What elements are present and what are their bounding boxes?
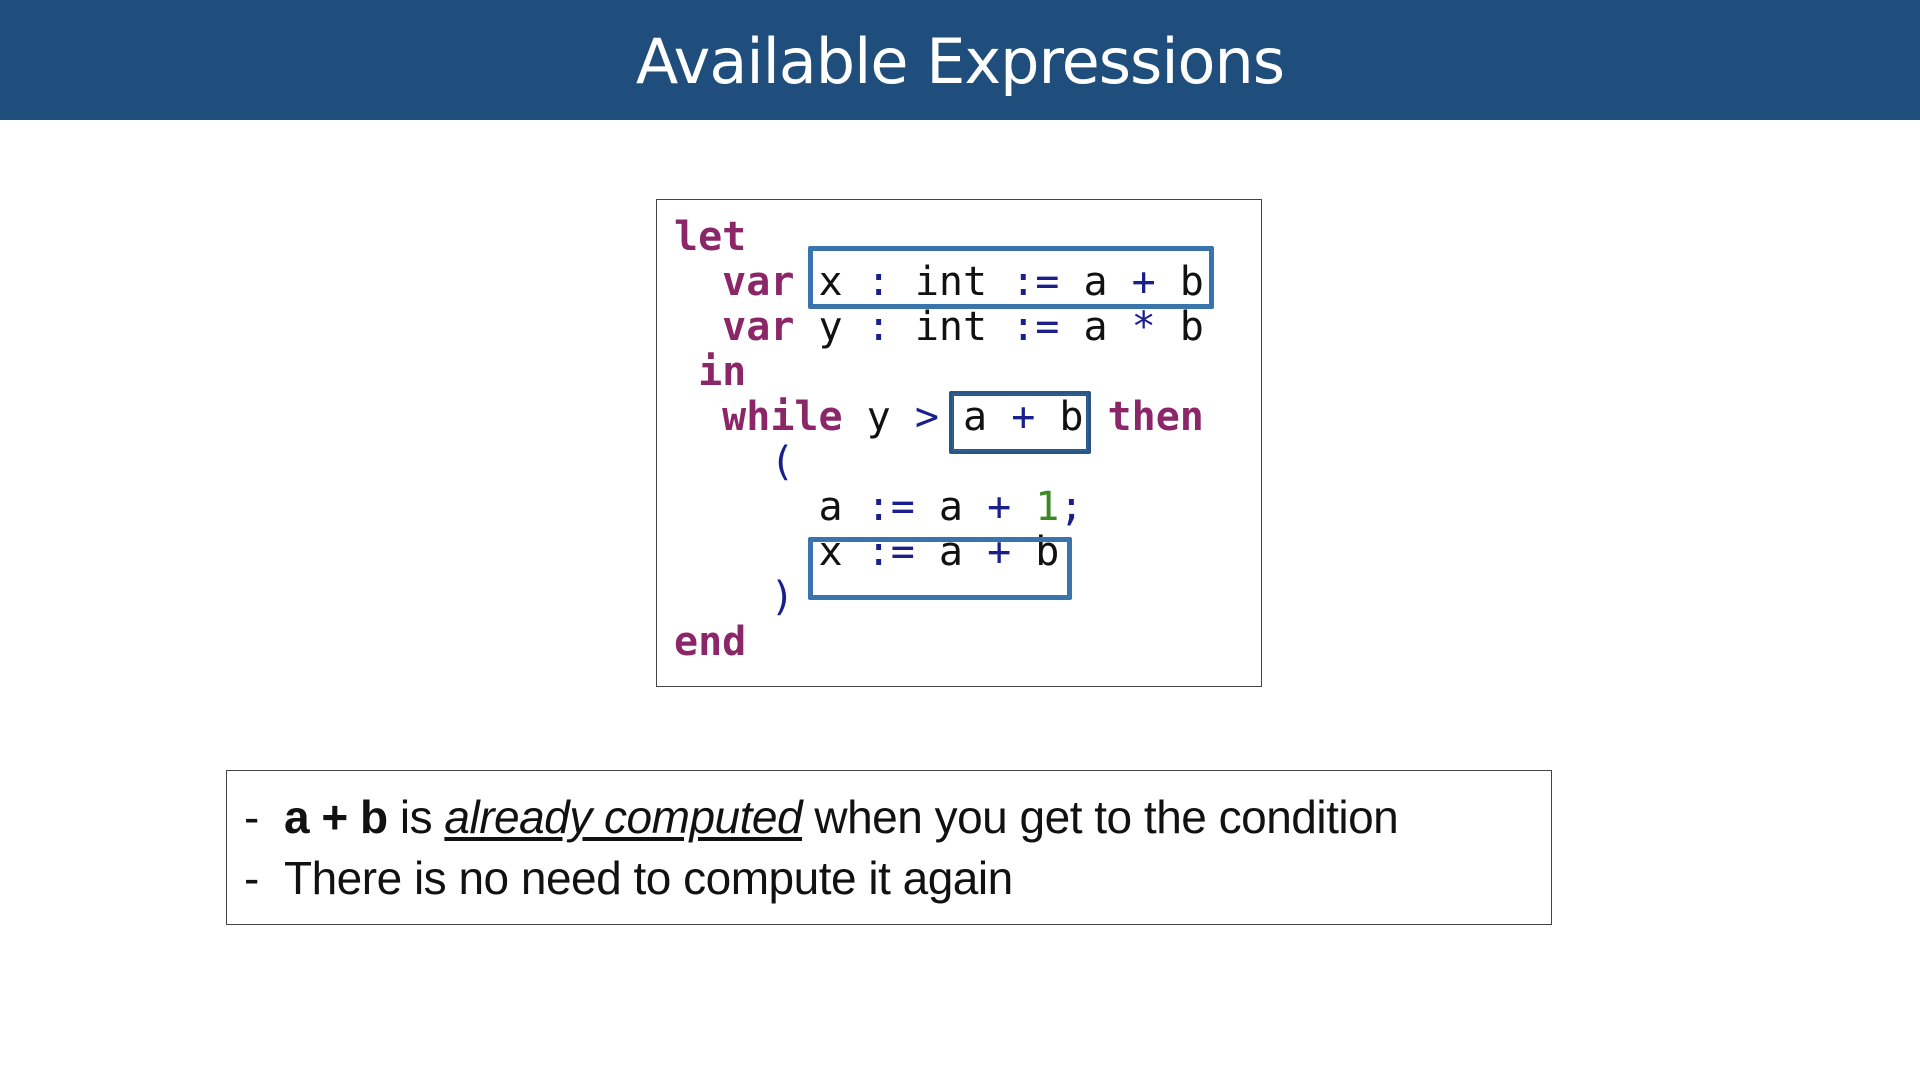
code-line: end [674,620,1204,665]
slide: Available Expressions let var x : int :=… [0,0,1920,1080]
highlight-box-x-reassignment [808,537,1072,600]
code-line: var y : int := a * b [674,305,1204,350]
code-token: a [1059,304,1132,350]
code-token: + [987,484,1012,530]
code-token: in [698,349,747,395]
highlight-box-while-condition [949,391,1091,454]
code-line: ( [674,440,1204,485]
code-token: end [674,619,747,665]
bullet-dash: - [244,852,259,904]
code-line: in [674,350,1204,395]
code-token: var [722,304,795,350]
code-token: ; [1059,484,1084,530]
note-expression: a + b [284,791,388,843]
code-line: while y > a + b then [674,395,1204,440]
note-text: is [387,791,445,843]
note-line-1: -a + b is already computed when you get … [244,790,1399,844]
code-token: 1 [1035,484,1060,530]
slide-title: Available Expressions [635,25,1285,98]
code-token: var [722,259,795,305]
code-token: := [1011,304,1060,350]
code-token: b [1155,304,1204,350]
code-token: let [674,214,747,260]
highlight-box-x-assignment [808,246,1214,309]
code-token: a [914,484,988,530]
note-text: when you get to the condition [802,791,1399,843]
code-token: > [914,394,939,440]
bullet-dash: - [244,791,259,843]
code-token: * [1131,304,1156,350]
note-emphasis: already computed [444,791,803,843]
code-token: then [1107,394,1204,440]
code-line: a := a + 1; [674,485,1204,530]
code-token: int [890,304,1012,350]
code-token: while [722,394,843,440]
code-token: := [866,484,915,530]
code-token: y [842,394,915,440]
note-line-2: - There is no need to compute it again [244,851,1013,905]
note-text: There is no need to compute it again [284,852,1013,904]
code-token: a [674,484,867,530]
code-token: y [794,304,867,350]
code-token: ) [770,574,795,620]
code-token: : [866,304,891,350]
code-token: ( [770,439,795,485]
